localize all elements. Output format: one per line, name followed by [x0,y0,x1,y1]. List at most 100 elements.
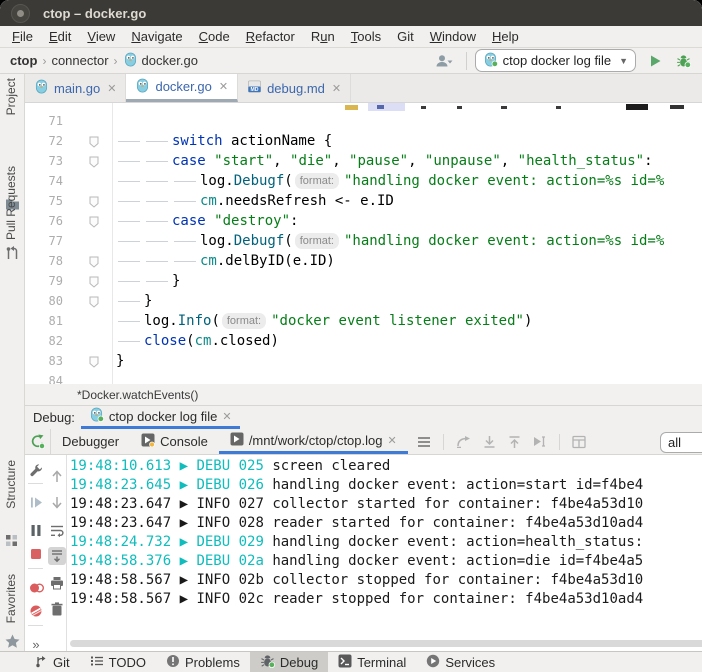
log-output[interactable]: 19:48:10.613 ▶ DEBU 025 screen cleared19… [70,457,702,651]
stripe-button-pull-requests[interactable]: Pull Requests [4,166,18,240]
menu-item-help[interactable]: Help [484,29,527,44]
code-line[interactable]: 71 [25,111,702,131]
line-number[interactable]: 78 [25,254,63,268]
code-line[interactable]: 76case "destroy": [25,211,702,231]
code-line[interactable]: 83} [25,351,702,371]
horizontal-scrollbar[interactable] [70,640,702,647]
close-icon[interactable]: ✕ [219,80,228,93]
fold-gutter[interactable] [63,211,112,231]
toolwindow-button-git[interactable]: Git [24,652,80,672]
line-number[interactable]: 74 [25,174,63,188]
up-icon[interactable] [48,467,66,485]
breadcrumb-item[interactable]: connector [51,53,108,68]
editor-breadcrumb-bar[interactable]: *Docker.watchEvents() [25,384,702,406]
editor-tab-main-go[interactable]: main.go✕ [25,74,126,102]
code-line[interactable]: 74log.Debugf(format:"handling docker eve… [25,171,702,191]
toolwindow-button-debug[interactable]: Debug [250,652,328,672]
close-icon[interactable]: ✕ [332,82,341,95]
editor-tab-debug-md[interactable]: MDdebug.md✕ [238,74,351,102]
line-number[interactable]: 84 [25,374,63,384]
code-line[interactable]: 77log.Debugf(format:"handling docker eve… [25,231,702,251]
toolwindow-button-problems[interactable]: Problems [156,652,250,672]
menu-item-refactor[interactable]: Refactor [238,29,303,44]
code-line[interactable]: 79} [25,271,702,291]
close-icon[interactable]: ✕ [222,410,231,423]
structure-icon[interactable] [5,534,18,552]
fold-gutter[interactable] [63,111,112,131]
toolwindow-button-services[interactable]: Services [416,652,505,672]
pause-icon[interactable] [27,521,45,539]
fold-gutter[interactable] [63,271,112,291]
toolwindow-button-todo[interactable]: TODO [80,652,156,672]
menu-item-run[interactable]: Run [303,29,343,44]
pull-requests-icon[interactable] [5,246,19,266]
scroll-to-end-icon[interactable] [48,547,66,565]
line-number[interactable]: 82 [25,334,63,348]
fold-gutter[interactable] [63,331,112,351]
line-number[interactable]: 76 [25,214,63,228]
scroll-down-icon[interactable] [478,433,501,451]
fold-gutter[interactable] [63,231,112,251]
debug-tab-debugger[interactable]: Debugger [51,429,130,454]
menu-item-navigate[interactable]: Navigate [123,29,190,44]
debug-tab--mnt-work-ctop-ctop-log[interactable]: /mnt/work/ctop/ctop.log✕ [219,429,408,454]
line-number[interactable]: 80 [25,294,63,308]
user-icon[interactable] [430,51,458,71]
code-line[interactable]: 75cm.needsRefresh <- e.ID [25,191,702,211]
resume-icon[interactable] [27,493,45,511]
line-number[interactable]: 79 [25,274,63,288]
settings-icon[interactable] [27,461,45,479]
code-line[interactable]: 84 [25,371,702,384]
code-line[interactable]: 78cm.delByID(e.ID) [25,251,702,271]
fold-gutter[interactable] [63,171,112,191]
scroll-up-icon[interactable] [503,433,526,451]
menu-item-code[interactable]: Code [191,29,238,44]
soft-wrap-icon[interactable] [48,521,66,539]
window-menu-button[interactable] [11,4,30,23]
run-play-button[interactable] [644,52,667,70]
debug-tab-console[interactable]: Console [130,429,219,454]
code-editor[interactable]: 7172switch actionName {73case "start", "… [25,103,702,384]
fold-gutter[interactable] [63,251,112,271]
restore-layout-icon[interactable] [567,433,591,451]
log-filter-select[interactable]: all [660,432,702,453]
code-line[interactable]: 80} [25,291,702,311]
fold-gutter[interactable] [63,351,112,371]
code-line[interactable]: 81log.Info(format:"docker event listener… [25,311,702,331]
close-icon[interactable]: ✕ [107,82,116,95]
line-number[interactable]: 83 [25,354,63,368]
print-icon[interactable] [48,574,66,592]
menu-item-edit[interactable]: Edit [41,29,79,44]
stripe-button-project[interactable]: Project [4,78,18,115]
code-line[interactable]: 73case "start", "die", "pause", "unpause… [25,151,702,171]
code-line[interactable]: 72switch actionName { [25,131,702,151]
run-to-cursor-icon[interactable] [528,433,552,450]
line-number[interactable]: 81 [25,314,63,328]
fold-gutter[interactable] [63,151,112,171]
fold-gutter[interactable] [63,191,112,211]
editor-tab-docker-go[interactable]: docker.go✕ [126,74,238,102]
line-number[interactable]: 75 [25,194,63,208]
fold-gutter[interactable] [63,311,112,331]
menu-item-git[interactable]: Git [389,29,422,44]
down-icon[interactable] [48,493,66,511]
code-line[interactable]: 82close(cm.closed) [25,331,702,351]
view-breakpoints-icon[interactable] [27,579,45,597]
run-configuration-select[interactable]: ctop docker log file ▼ [475,49,636,72]
fold-gutter[interactable] [63,291,112,311]
stripe-button-structure[interactable]: Structure [4,460,18,509]
menu-item-file[interactable]: File [4,29,41,44]
menu-item-tools[interactable]: Tools [343,29,389,44]
debug-session-tab[interactable]: ctop docker log file ✕ [81,406,240,429]
rerun-button[interactable] [25,429,51,454]
clear-icon[interactable] [48,600,66,618]
fold-gutter[interactable] [63,371,112,384]
line-number[interactable]: 72 [25,134,63,148]
fold-gutter[interactable] [63,131,112,151]
line-number[interactable]: 73 [25,154,63,168]
menu-item-view[interactable]: View [79,29,123,44]
show-all-icon[interactable] [451,433,476,450]
stripe-button-favorites[interactable]: Favorites [4,574,18,623]
stop-icon[interactable] [27,545,45,563]
mute-breakpoints-icon[interactable] [27,602,45,620]
